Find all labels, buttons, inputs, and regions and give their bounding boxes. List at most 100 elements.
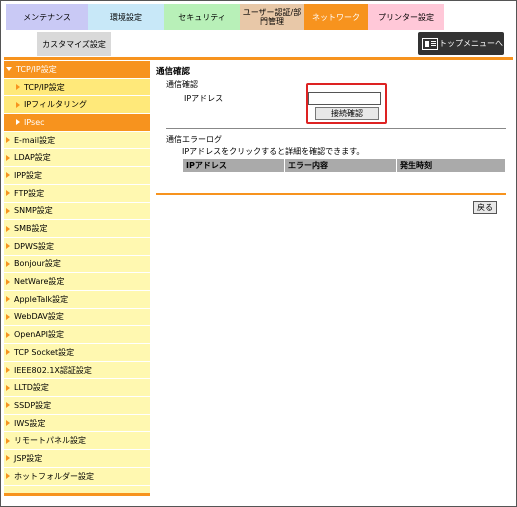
- arrow-icon: [6, 260, 10, 267]
- arrow-icon: [6, 137, 10, 144]
- sidebar-item[interactable]: FTP設定: [4, 185, 150, 203]
- connect-check-button[interactable]: 接続確認: [315, 107, 379, 120]
- tab-user-auth[interactable]: ユーザー認証/部門管理: [240, 4, 304, 30]
- sidebar-item-label: ホットフォルダー設定: [14, 471, 94, 481]
- header-divider: [4, 57, 513, 60]
- back-button[interactable]: 戻る: [473, 201, 497, 214]
- sidebar-item-label: IPP設定: [14, 170, 43, 180]
- arrow-icon: [16, 101, 20, 108]
- page-title: 通信確認: [156, 67, 191, 77]
- sidebar-item-label: LLTD設定: [14, 383, 49, 393]
- sidebar-item[interactable]: DPWS設定: [4, 238, 150, 256]
- tab-network[interactable]: ネットワーク: [304, 4, 368, 30]
- sidebar-item-label: IWS設定: [14, 418, 46, 428]
- sidebar-item-label: NetWare設定: [14, 277, 65, 287]
- table-header-row: IPアドレス エラー内容 発生時刻: [182, 158, 506, 173]
- main-tabs: メンテナンス 環境設定 セキュリティ ユーザー認証/部門管理 ネットワーク プリ…: [6, 4, 444, 30]
- column-time: 発生時刻: [396, 158, 506, 173]
- sidebar-item[interactable]: NetWare設定: [4, 273, 150, 291]
- sidebar-item[interactable]: AppleTalk設定: [4, 291, 150, 309]
- error-log-title: 通信エラーログ: [166, 135, 222, 144]
- sidebar-item[interactable]: SSDP設定: [4, 397, 150, 415]
- column-ip-address: IPアドレス: [182, 158, 285, 173]
- sidebar-sub-ipsec[interactable]: IPsec: [4, 114, 150, 132]
- sidebar-item-label: OpenAPI設定: [14, 330, 65, 340]
- sidebar-item[interactable]: SNMP設定: [4, 203, 150, 221]
- tab-printer[interactable]: プリンター設定: [368, 4, 444, 30]
- sidebar-item[interactable]: OpenAPI設定: [4, 326, 150, 344]
- sidebar-item-label: Bonjour設定: [14, 259, 61, 269]
- sidebar: TCP/IP設定 TCP/IP設定 IPフィルタリング IPsec E-mail…: [4, 61, 150, 493]
- tab-security[interactable]: セキュリティ: [164, 4, 240, 30]
- expand-arrow-icon: [6, 67, 12, 72]
- sidebar-item-label: LDAP設定: [14, 153, 51, 163]
- sidebar-item[interactable]: ホットフォルダー設定: [4, 468, 150, 486]
- arrow-icon: [6, 296, 10, 303]
- section-divider: [166, 128, 506, 129]
- section-title: 通信確認: [166, 80, 198, 89]
- sidebar-item-label: SNMP設定: [14, 206, 53, 216]
- sidebar-item-label: JSP設定: [14, 453, 43, 463]
- sidebar-item-label: IEEE802.1X認証設定: [14, 365, 92, 375]
- sidebar-item-label: AppleTalk設定: [14, 294, 69, 304]
- ip-address-label: IPアドレス: [184, 94, 224, 103]
- arrow-icon: [6, 455, 10, 462]
- sidebar-item[interactable]: IPP設定: [4, 167, 150, 185]
- content-divider: [156, 193, 506, 195]
- arrow-icon: [6, 437, 10, 444]
- arrow-icon: [6, 420, 10, 427]
- sidebar-item[interactable]: IWS設定: [4, 415, 150, 433]
- sidebar-item-label: DPWS設定: [14, 241, 54, 251]
- arrow-icon: [6, 243, 10, 250]
- sidebar-item[interactable]: リモートパネル設定: [4, 432, 150, 451]
- sidebar-item-tcpip-head[interactable]: TCP/IP設定: [4, 61, 150, 79]
- top-menu-label: トップメニューへ: [439, 39, 503, 48]
- sidebar-item-label: SSDP設定: [14, 400, 52, 410]
- arrow-icon: [6, 172, 10, 179]
- arrow-icon: [6, 313, 10, 320]
- sidebar-item[interactable]: LDAP設定: [4, 149, 150, 168]
- tab-maintenance[interactable]: メンテナンス: [6, 4, 88, 30]
- arrow-icon: [6, 225, 10, 232]
- column-error: エラー内容: [284, 158, 397, 173]
- arrow-icon: [6, 278, 10, 285]
- top-menu-button[interactable]: トップメニューへ: [418, 32, 504, 55]
- sidebar-item-label: FTP設定: [14, 188, 45, 198]
- sidebar-item-label: TCP/IP設定: [16, 64, 57, 74]
- sidebar-item[interactable]: IEEE802.1X認証設定: [4, 362, 150, 380]
- sidebar-item-label: リモートパネル設定: [14, 436, 86, 446]
- sidebar-item-label: IPフィルタリング: [24, 100, 88, 110]
- sidebar-item[interactable]: WebDAV設定: [4, 309, 150, 327]
- error-log-table: IPアドレス エラー内容 発生時刻: [182, 158, 506, 173]
- sidebar-item[interactable]: JSP設定: [4, 450, 150, 468]
- arrow-icon: [6, 154, 10, 161]
- error-log-description: IPアドレスをクリックすると詳細を確認できます。: [182, 147, 365, 156]
- sidebar-item-label: E-mail設定: [14, 135, 56, 145]
- arrow-icon: [6, 384, 10, 391]
- ip-address-input[interactable]: [308, 92, 381, 105]
- arrow-icon: [16, 84, 20, 91]
- sidebar-bottom-line: [4, 493, 150, 496]
- sidebar-item[interactable]: LLTD設定: [4, 379, 150, 398]
- sidebar-item[interactable]: E-mail設定: [4, 132, 150, 150]
- sidebar-item-label: WebDAV設定: [14, 312, 64, 322]
- arrow-icon: [6, 473, 10, 480]
- arrow-icon: [6, 207, 10, 214]
- sidebar-item[interactable]: TCP Socket設定: [4, 344, 150, 362]
- menu-icon: [422, 37, 438, 50]
- arrow-icon: [16, 119, 20, 126]
- sidebar-sub-tcpip[interactable]: TCP/IP設定: [4, 78, 150, 97]
- sidebar-item[interactable]: Bonjour設定: [4, 256, 150, 274]
- tab-environment[interactable]: 環境設定: [88, 4, 164, 30]
- sidebar-item-label: SMB設定: [14, 224, 48, 234]
- window-frame: メンテナンス 環境設定 セキュリティ ユーザー認証/部門管理 ネットワーク プリ…: [0, 0, 517, 507]
- sidebar-sub-ipfilter[interactable]: IPフィルタリング: [4, 96, 150, 115]
- arrow-icon: [6, 349, 10, 356]
- sidebar-item[interactable]: SMB設定: [4, 220, 150, 238]
- sidebar-item-label: TCP Socket設定: [14, 347, 75, 357]
- sidebar-item-label: IPsec: [24, 117, 45, 127]
- tab-customize[interactable]: カスタマイズ設定: [37, 32, 111, 56]
- arrow-icon: [6, 402, 10, 409]
- sidebar-item-label: TCP/IP設定: [24, 82, 65, 92]
- arrow-icon: [6, 331, 10, 338]
